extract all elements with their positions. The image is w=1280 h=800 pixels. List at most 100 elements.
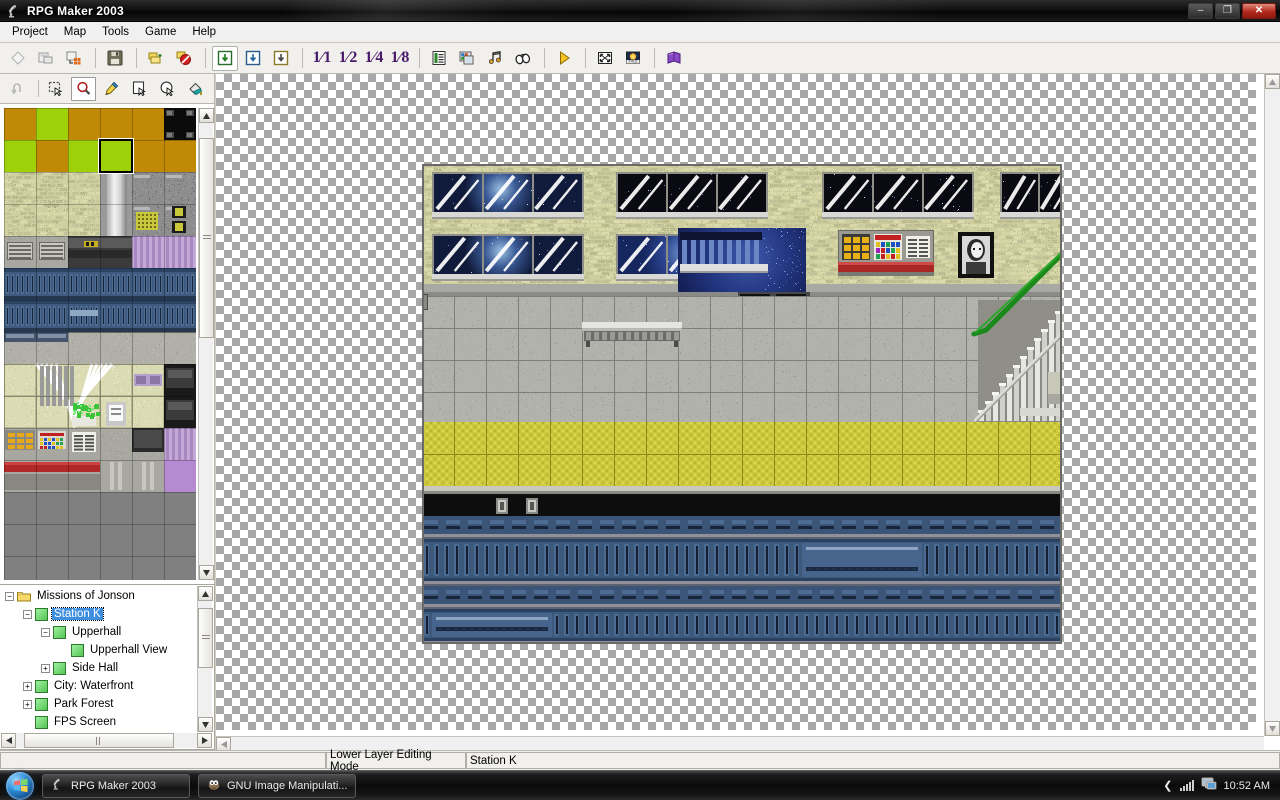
- gimp-icon: [207, 777, 221, 794]
- menu-map[interactable]: Map: [56, 24, 94, 40]
- pencil-button[interactable]: [99, 77, 124, 101]
- menu-tools[interactable]: Tools: [94, 24, 137, 40]
- tree-node-park-forest[interactable]: + Park Forest: [1, 695, 197, 713]
- tree-node-side-hall[interactable]: + Side Hall: [1, 659, 197, 677]
- tree-node-station-k[interactable]: − Station K: [1, 605, 197, 623]
- minimize-button[interactable]: –: [1188, 2, 1213, 19]
- maximize-button[interactable]: ❐: [1215, 2, 1240, 19]
- event-layer-button[interactable]: [268, 46, 294, 71]
- map-icon: [35, 607, 48, 621]
- resource-manager-button[interactable]: [454, 46, 480, 71]
- new-project-button[interactable]: [5, 46, 31, 71]
- new-map-button[interactable]: [143, 46, 169, 71]
- tree-expander-expand[interactable]: +: [41, 663, 50, 673]
- tree-node-upperhall[interactable]: − Upperhall: [1, 623, 197, 641]
- start-button[interactable]: [6, 771, 34, 800]
- close-project-button[interactable]: [61, 46, 87, 71]
- paint-bucket-button[interactable]: [183, 77, 208, 101]
- taskbar-item-gimp[interactable]: GNU Image Manipulati...: [198, 773, 357, 798]
- tree-scroll-left-arrow[interactable]: [1, 733, 16, 748]
- undo-button[interactable]: [6, 77, 31, 101]
- tree-scroll-thumb[interactable]: [198, 608, 213, 668]
- folder-icon: [17, 590, 31, 602]
- window-title: RPG Maker 2003: [27, 3, 124, 18]
- map-icon: [71, 643, 84, 657]
- status-bar: Lower Layer Editing Mode Station K: [0, 749, 1280, 773]
- palette-separator: [38, 80, 39, 97]
- tree-node-upperhall-view[interactable]: Upperhall View: [1, 641, 197, 659]
- title-screen-button[interactable]: TITLE: [620, 46, 646, 71]
- menu-game[interactable]: Game: [137, 24, 184, 40]
- tile-palette-panel: [0, 104, 215, 584]
- tree-expander-collapse[interactable]: −: [23, 609, 32, 619]
- zoom-1-2-button[interactable]: 1⁄2: [335, 49, 361, 67]
- tree-expander-collapse[interactable]: −: [5, 591, 14, 601]
- map-scroll-up-arrow[interactable]: [1265, 74, 1280, 89]
- tree-node-project-root[interactable]: − Missions of Jonson: [1, 587, 197, 605]
- palette-toolbar: [0, 74, 215, 104]
- menu-bar: Project Map Tools Game Help: [0, 22, 1280, 43]
- tree-scroll-up-arrow[interactable]: [198, 586, 213, 601]
- palette-scroll-down-arrow[interactable]: [199, 565, 214, 580]
- tree-node-label: City: Waterfront: [54, 680, 134, 692]
- tree-expander-expand[interactable]: +: [23, 681, 32, 691]
- fullscreen-button[interactable]: [592, 46, 618, 71]
- rpgmaker-icon: [6, 3, 22, 19]
- map-icon: [35, 715, 48, 729]
- close-button[interactable]: ✕: [1242, 2, 1276, 19]
- tile-palette[interactable]: [4, 108, 196, 580]
- tile-palette-canvas[interactable]: [4, 108, 196, 580]
- database-button[interactable]: [426, 46, 452, 71]
- palette-scroll-thumb[interactable]: [199, 138, 214, 338]
- zoom-1-4-button[interactable]: 1⁄4: [361, 49, 387, 67]
- tree-scroll-right-arrow[interactable]: [197, 733, 212, 748]
- tree-scroll-down-arrow[interactable]: [198, 717, 213, 732]
- open-project-button[interactable]: [33, 46, 59, 71]
- delete-map-button[interactable]: [171, 46, 197, 71]
- rpgmaker-taskbar-icon: [51, 777, 65, 794]
- map-tree[interactable]: − Missions of Jonson − Station K − Upperhall U…: [1, 587, 197, 732]
- tree-hscrollbar[interactable]: [1, 733, 212, 748]
- status-panel-empty: [0, 752, 326, 769]
- tree-scrollbar[interactable]: [197, 586, 213, 732]
- menu-project[interactable]: Project: [4, 24, 56, 40]
- tree-expander-expand[interactable]: +: [23, 699, 32, 709]
- lower-layer-button[interactable]: [212, 45, 238, 71]
- taskbar-item-gimp-label: GNU Image Manipulati...: [227, 779, 348, 792]
- tree-node-city-waterfront[interactable]: + City: Waterfront: [1, 677, 197, 695]
- ellipse-button[interactable]: [155, 77, 180, 101]
- taskbar-item-rpgmaker[interactable]: RPG Maker 2003: [42, 773, 190, 798]
- signal-bars-icon[interactable]: [1179, 780, 1194, 791]
- marquee-select-button[interactable]: [43, 77, 68, 101]
- taskbar-clock[interactable]: 10:52 AM: [1224, 780, 1270, 792]
- map-scroll-down-arrow[interactable]: [1265, 721, 1280, 736]
- window-controls: – ❐ ✕: [1188, 2, 1280, 19]
- toolbar-separator-7: [585, 48, 586, 68]
- magnifier-button[interactable]: [71, 76, 96, 101]
- palette-scroll-up-arrow[interactable]: [199, 108, 214, 123]
- show-hidden-icons-button[interactable]: ❮: [1163, 779, 1172, 792]
- network-monitor-icon[interactable]: [1201, 777, 1217, 794]
- menu-help[interactable]: Help: [184, 24, 224, 40]
- palette-scrollbar[interactable]: [198, 108, 214, 580]
- map-vscrollbar[interactable]: [1264, 74, 1280, 736]
- main-toolbar: 1⁄1 1⁄2 1⁄4 1⁄8 TITLE: [0, 43, 1280, 74]
- rectangle-button[interactable]: [127, 77, 152, 101]
- tree-expander-spacer: [23, 718, 32, 727]
- map-canvas[interactable]: [422, 164, 1062, 644]
- zoom-1-8-button[interactable]: 1⁄8: [387, 49, 413, 67]
- tree-expander-collapse[interactable]: −: [41, 627, 50, 637]
- save-button[interactable]: [102, 46, 128, 71]
- tree-hscroll-grip: [96, 736, 102, 745]
- zoom-1-1-button[interactable]: 1⁄1: [309, 49, 335, 67]
- music-button[interactable]: [482, 46, 508, 71]
- tree-node-label: Station K: [51, 607, 104, 621]
- tree-node-fps-screen[interactable]: FPS Screen: [1, 713, 197, 731]
- playtest-button[interactable]: [551, 46, 577, 71]
- upper-layer-button[interactable]: [240, 46, 266, 71]
- tree-node-label: Upperhall View: [90, 644, 168, 656]
- tree-hscroll-thumb[interactable]: [24, 733, 174, 748]
- binoculars-button[interactable]: [510, 46, 536, 71]
- map-icon: [35, 679, 48, 693]
- help-book-button[interactable]: [661, 46, 687, 71]
